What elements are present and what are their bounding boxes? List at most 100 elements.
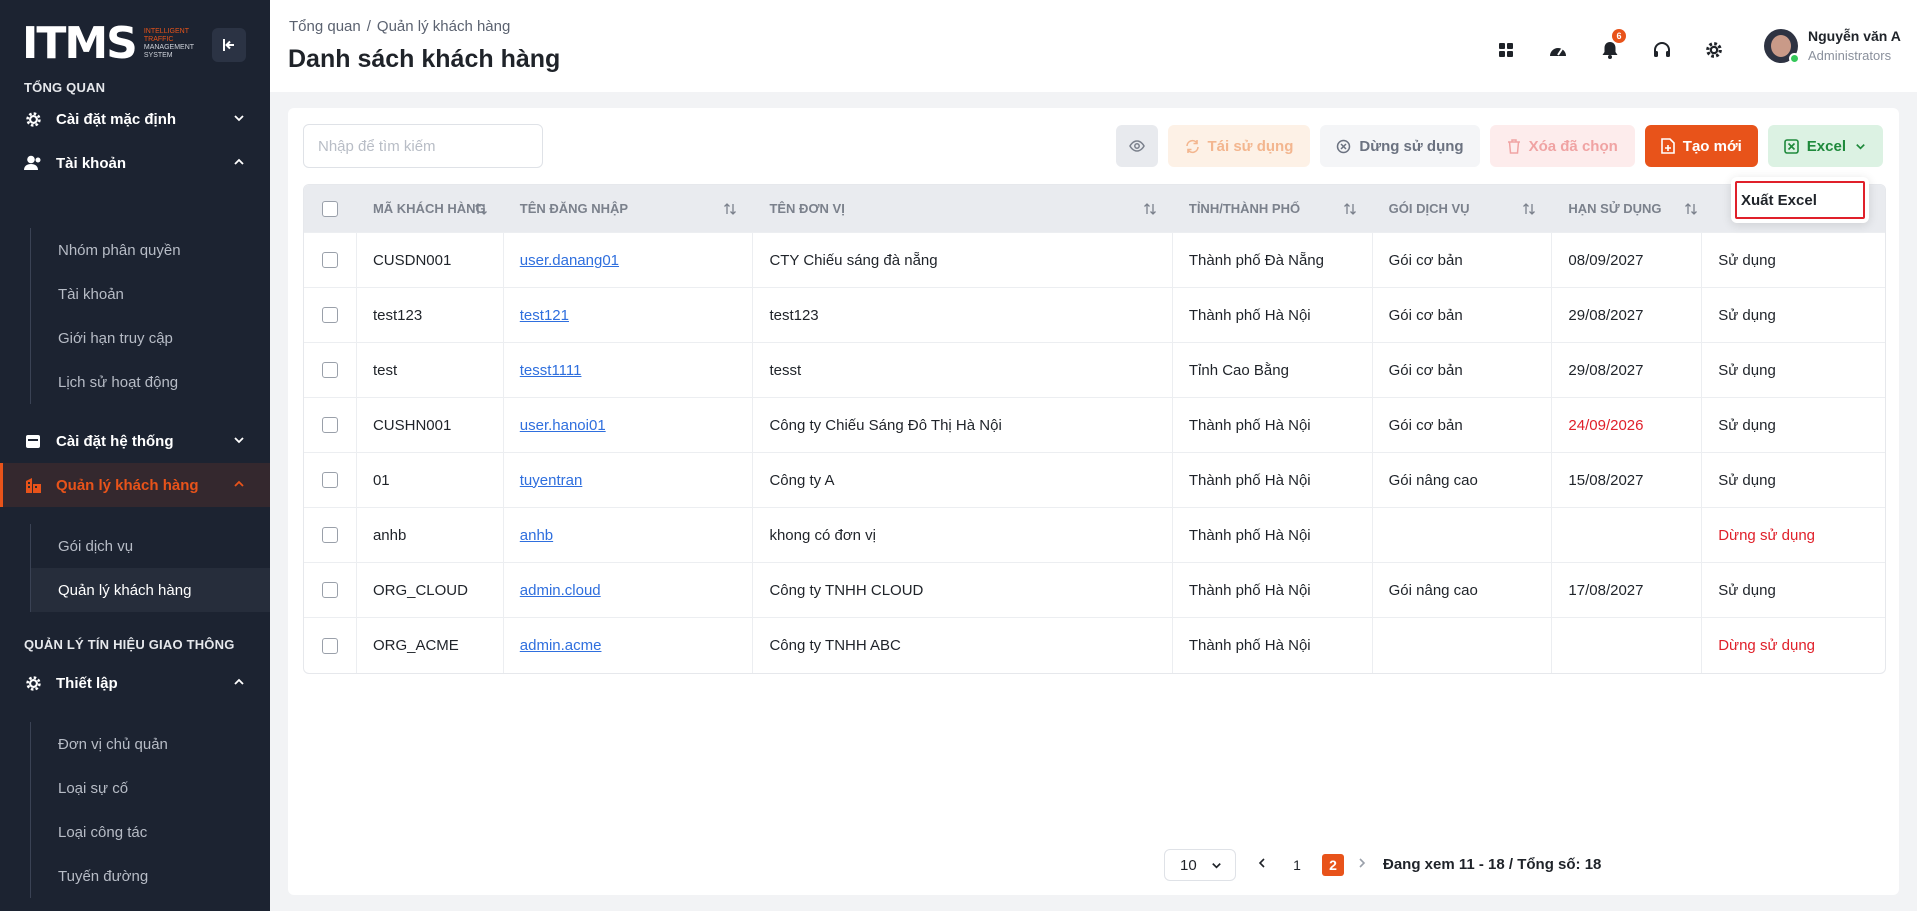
sidebar-item-access-limits[interactable]: Giới hạn truy cập (31, 316, 270, 360)
excel-button[interactable]: Excel (1767, 125, 1883, 167)
toggle-columns-button[interactable] (1115, 125, 1158, 167)
cell-city: Thành phố Hà Nội (1173, 563, 1373, 617)
sidebar-item-permission-groups[interactable]: Nhóm phân quyền (31, 228, 270, 272)
table-row[interactable]: anhb anhb khong có đơn vị Thành phố Hà Nội D… (304, 508, 1885, 563)
row-checkbox[interactable] (322, 307, 338, 323)
row-checkbox[interactable] (322, 527, 338, 543)
next-page-icon[interactable] (1356, 857, 1368, 869)
online-status-icon (1789, 52, 1800, 64)
cell-expiry (1552, 618, 1703, 673)
cell-unit: Công ty TNHH ABC (753, 618, 1173, 673)
table-row[interactable]: test tesst1111 tesst Tỉnh Cao Bằng Gói cơ bả… (304, 343, 1885, 398)
row-checkbox[interactable] (322, 417, 338, 433)
sidebar-item-routes[interactable]: Tuyến đường (31, 854, 270, 898)
page-size-select[interactable]: 10 (1164, 849, 1236, 881)
username-link[interactable]: admin.acme (520, 637, 602, 654)
username-link[interactable]: test121 (520, 307, 569, 324)
bell-icon[interactable]: 6 (1592, 29, 1628, 68)
page-size-value: 10 (1180, 856, 1197, 874)
speedometer-icon[interactable] (1540, 32, 1576, 68)
sidebar-item-label: Thiết lập (56, 674, 118, 692)
cell-code: CUSDN001 (357, 233, 504, 287)
user-profile[interactable]: Nguyễn văn A Administrators (1764, 28, 1901, 64)
cell-city: Thành phố Đà Nẵng (1173, 233, 1373, 287)
gear-icon (24, 674, 42, 692)
apps-grid-icon[interactable] (1488, 32, 1524, 68)
export-excel-menu-item[interactable]: Xuất Excel (1735, 181, 1865, 219)
delete-selected-button[interactable]: Xóa đã chọn (1489, 125, 1635, 167)
notification-badge: 6 (1612, 29, 1626, 43)
create-new-button[interactable]: Tạo mới (1644, 125, 1758, 167)
pagination-info: Đang xem 11 - 18 / Tổng số: 18 (1383, 856, 1602, 873)
cell-expiry: 17/08/2027 (1552, 563, 1703, 617)
sort-icon[interactable] (1684, 202, 1698, 216)
username-link[interactable]: tuyentran (520, 472, 583, 489)
row-checkbox[interactable] (322, 472, 338, 488)
username-link[interactable]: user.hanoi01 (520, 417, 606, 434)
column-header-expiry[interactable]: HẠN SỬ DỤNG (1552, 185, 1702, 232)
status-badge: Sử dụng (1718, 251, 1776, 269)
sort-icon[interactable] (723, 202, 737, 216)
sidebar-item-managing-unit[interactable]: Đơn vị chủ quản (31, 722, 270, 766)
sidebar-item-account[interactable]: Tài khoản (0, 141, 270, 185)
delete-selected-label: Xóa đã chọn (1528, 137, 1618, 155)
sidebar-item-activity-history[interactable]: Lịch sử hoạt động (31, 360, 270, 404)
prev-page-icon[interactable] (1256, 857, 1268, 869)
column-header-unit[interactable]: TÊN ĐƠN VỊ (753, 185, 1172, 232)
row-checkbox[interactable] (322, 637, 338, 654)
username-link[interactable]: anhb (520, 527, 553, 544)
stop-using-label: Dừng sử dụng (1359, 137, 1464, 155)
username-link[interactable]: user.danang01 (520, 252, 619, 269)
sort-icon[interactable] (1522, 202, 1536, 216)
table-row[interactable]: CUSDN001 user.danang01 CTY Chiếu sáng đà n… (304, 233, 1885, 288)
sidebar-item-work-types[interactable]: Loại công tác (31, 810, 270, 854)
search-input[interactable] (303, 124, 543, 168)
reuse-button[interactable]: Tái sử dụng (1167, 125, 1311, 167)
table-row[interactable]: CUSHN001 user.hanoi01 Công ty Chiếu Sáng Đ… (304, 398, 1885, 453)
table-row[interactable]: ORG_CLOUD admin.cloud Công ty TNHH CLOUD Th… (304, 563, 1885, 618)
cell-plan: Gói cơ bản (1373, 288, 1553, 342)
status-badge: Sử dụng (1718, 306, 1776, 324)
select-all-checkbox[interactable] (322, 200, 338, 217)
sidebar-item-customer-management[interactable]: Quản lý khách hàng (0, 463, 270, 507)
sort-icon[interactable] (1143, 202, 1157, 216)
sidebar-item-service-plans[interactable]: Gói dịch vụ (31, 524, 270, 568)
table-row[interactable]: test123 test121 test123 Thành phố Hà Nội Gói… (304, 288, 1885, 343)
table-row[interactable]: ORG_ACME admin.acme Công ty TNHH ABC Thành … (304, 618, 1885, 673)
cell-code: ORG_ACME (357, 618, 504, 673)
headset-icon[interactable] (1644, 32, 1680, 68)
sidebar-item-setup[interactable]: Thiết lập (0, 661, 270, 705)
column-header-code[interactable]: MÃ KHÁCH HÀNG (357, 185, 504, 232)
page-button-2[interactable]: 2 (1322, 854, 1344, 876)
breadcrumb-current: Quản lý khách hàng (376, 18, 511, 35)
sidebar-item-customer-list[interactable]: Quản lý khách hàng (31, 568, 270, 612)
breadcrumb-home[interactable]: Tổng quan (289, 18, 361, 35)
row-checkbox[interactable] (322, 582, 338, 598)
column-header-city[interactable]: TỈNH/THÀNH PHỐ (1173, 185, 1373, 232)
sort-icon[interactable] (1343, 202, 1357, 216)
settings-icon[interactable] (1696, 32, 1732, 68)
cell-unit: CTY Chiếu sáng đà nẵng (753, 233, 1173, 287)
sidebar-item-incident-types[interactable]: Loại sự cố (31, 766, 270, 810)
sort-icon[interactable] (474, 202, 488, 216)
stop-using-button[interactable]: Dừng sử dụng (1320, 125, 1480, 167)
sidebar-item-system-settings[interactable]: Cài đặt hệ thống (0, 419, 270, 463)
header-actions: 6 (1488, 29, 1732, 68)
page-button-1[interactable]: 1 (1286, 854, 1308, 876)
column-header-plan[interactable]: GÓI DỊCH VỤ (1373, 185, 1553, 232)
collapse-sidebar-icon[interactable] (212, 28, 246, 62)
table-header-row: MÃ KHÁCH HÀNG TÊN ĐĂNG NHẬP TÊN ĐƠN VỊ T… (304, 185, 1885, 233)
table-row[interactable]: 01 tuyentran Công ty A Thành phố Hà Nội Gói … (304, 453, 1885, 508)
sidebar-item-default-settings[interactable]: Cài đặt mặc định (0, 97, 270, 141)
column-header-username[interactable]: TÊN ĐĂNG NHẬP (504, 185, 754, 232)
cell-expiry (1552, 508, 1703, 562)
row-checkbox[interactable] (322, 362, 338, 378)
cell-expiry: 24/09/2026 (1552, 398, 1703, 452)
cell-code: test123 (357, 288, 504, 342)
sidebar-item-accounts[interactable]: Tài khoản (31, 272, 270, 316)
cell-plan (1373, 508, 1553, 562)
username-link[interactable]: tesst1111 (520, 362, 582, 379)
status-badge: Sử dụng (1718, 581, 1776, 599)
username-link[interactable]: admin.cloud (520, 582, 601, 599)
row-checkbox[interactable] (322, 252, 338, 268)
